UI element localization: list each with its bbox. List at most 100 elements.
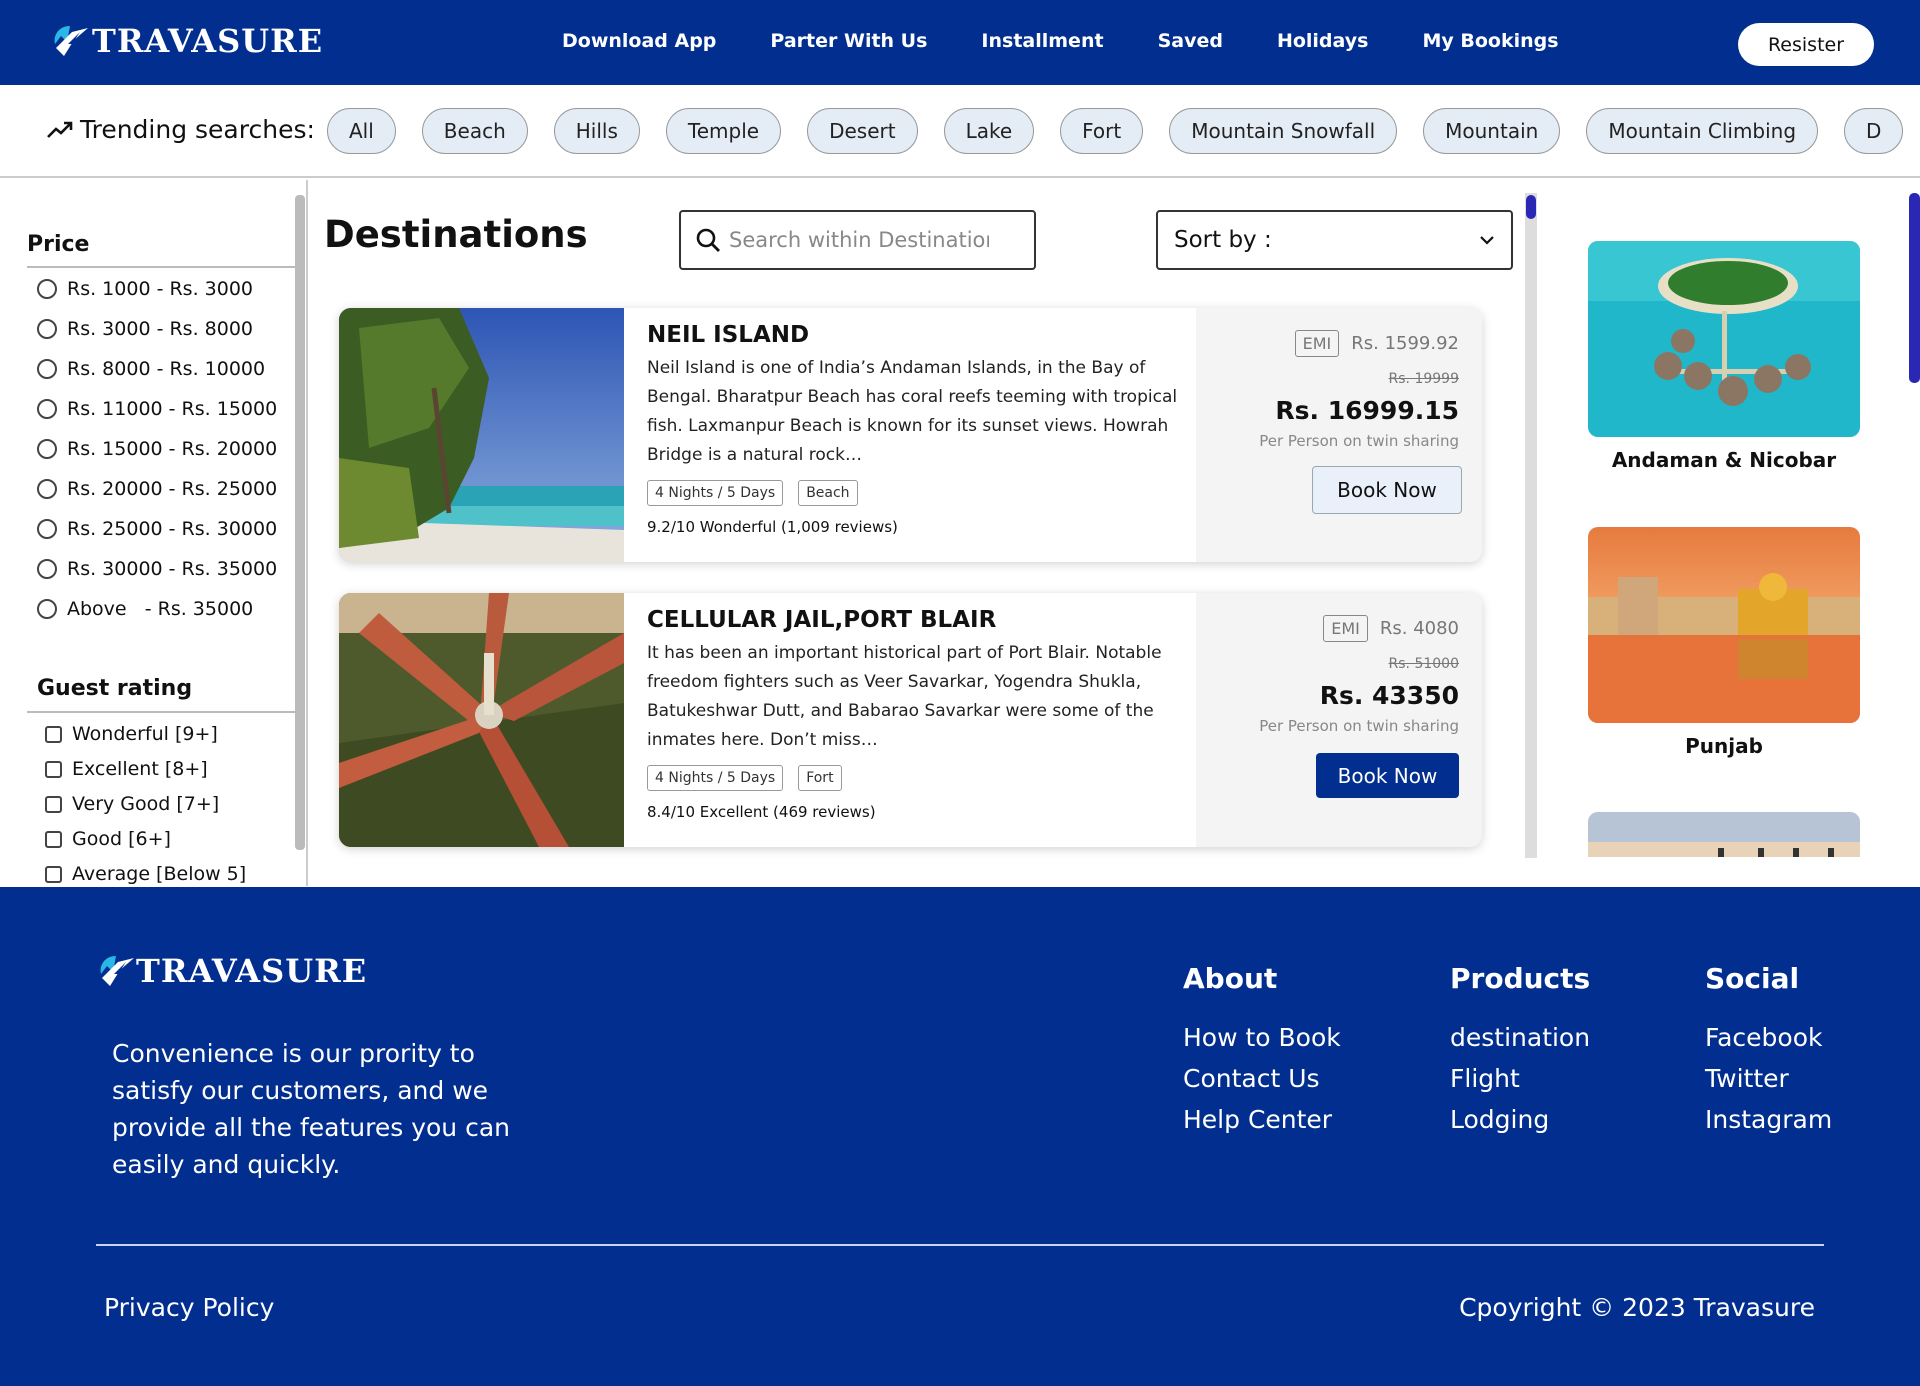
option-label: Good [6+] [72,828,171,850]
price-option[interactable]: Rs. 25000 - Rs. 30000 [37,518,277,540]
destination-image[interactable] [339,308,624,562]
destination-thumbnail[interactable] [1588,527,1860,723]
sort-label: Sort by : [1174,227,1272,253]
price-option[interactable]: Above - Rs. 35000 [37,598,253,620]
destination-card[interactable]: NEIL ISLAND Neil Island is one of India’… [339,308,1482,562]
page-scrollbar[interactable] [1909,193,1920,383]
rating-option[interactable]: Average [Below 5] [45,863,246,885]
emi-badge: EMI [1294,330,1340,357]
trending-label: Trending searches: [46,115,315,144]
category-tag: Beach [798,480,858,506]
footer-heading: About [1183,962,1278,995]
footer-link-contact[interactable]: Contact Us [1183,1064,1341,1093]
main-nav: Download App Parter With Us Installment … [562,30,1613,52]
price-note: Per Person on twin sharing [1259,432,1459,450]
destination-card[interactable]: CELLULAR JAIL,PORT BLAIR It has been an … [339,593,1482,847]
rating-option[interactable]: Good [6+] [45,828,171,850]
radio[interactable] [37,599,57,619]
chip-mountain-snowfall[interactable]: Mountain Snowfall [1169,108,1398,154]
checkbox[interactable] [45,760,62,778]
rating-option[interactable]: Very Good [7+] [45,793,219,815]
destination-thumbnail[interactable] [1588,812,1860,857]
option-label: Rs. 3000 - Rs. 8000 [67,318,254,340]
book-now-button[interactable]: Book Now [1312,466,1462,514]
original-price: Rs. 51000 [1388,656,1459,672]
footer-link-help[interactable]: Help Center [1183,1105,1341,1134]
price-option[interactable]: Rs. 30000 - Rs. 35000 [37,558,277,580]
search-input[interactable] [729,228,989,252]
rating-option[interactable]: Wonderful [9+] [45,723,218,745]
chip-mountain-climbing[interactable]: Mountain Climbing [1586,108,1819,154]
footer-link-instagram[interactable]: Instagram [1705,1105,1832,1134]
footer-logo[interactable]: TRAVASURE [96,952,367,990]
nav-holidays[interactable]: Holidays [1277,30,1369,52]
destination-name[interactable]: NEIL ISLAND [647,322,1187,348]
chip-lake[interactable]: Lake [943,108,1035,154]
popular-destinations-rail: Andaman & Nicobar Punjab [1588,241,1860,857]
destination-thumbnail[interactable] [1588,241,1860,437]
destination-image[interactable] [339,593,624,847]
privacy-policy-link[interactable]: Privacy Policy [104,1293,274,1322]
price-panel: EMI Rs. 4080 Rs. 51000 Rs. 43350 Per Per… [1196,593,1482,847]
chip-mountain[interactable]: Mountain [1423,108,1561,154]
radio[interactable] [37,319,57,339]
checkbox[interactable] [45,830,62,848]
radio[interactable] [37,519,57,539]
logo-icon [54,26,88,56]
nav-installment[interactable]: Installment [981,30,1103,52]
checkbox[interactable] [45,795,62,813]
footer-link-flight[interactable]: Flight [1450,1064,1590,1093]
chip-desert[interactable]: Desert [807,108,918,154]
price-panel: EMI Rs. 1599.92 Rs. 19999 Rs. 16999.15 P… [1196,308,1482,562]
radio[interactable] [37,399,57,419]
site-footer: TRAVASURE Convenience is our prority to … [0,887,1920,1386]
price-option[interactable]: Rs. 20000 - Rs. 25000 [37,478,277,500]
nav-partner[interactable]: Parter With Us [770,30,927,52]
footer-link-facebook[interactable]: Facebook [1705,1023,1832,1052]
option-label: Rs. 20000 - Rs. 25000 [67,478,278,500]
register-button[interactable]: Resister [1738,23,1874,66]
chip-all[interactable]: All [327,108,396,154]
radio[interactable] [37,559,57,579]
scrollbar-thumb[interactable] [1526,195,1536,219]
destination-caption[interactable]: Punjab [1588,734,1860,758]
main-scrollbar[interactable] [1525,193,1537,858]
original-price: Rs. 19999 [1388,371,1459,387]
destination-caption[interactable]: Andaman & Nicobar [1588,448,1860,472]
nav-saved[interactable]: Saved [1158,30,1223,52]
checkbox[interactable] [45,725,62,743]
radio[interactable] [37,359,57,379]
chip-temple[interactable]: Temple [665,108,782,154]
price-option[interactable]: Rs. 1000 - Rs. 3000 [37,278,253,300]
destination-name[interactable]: CELLULAR JAIL,PORT BLAIR [647,607,1187,633]
nav-my-bookings[interactable]: My Bookings [1422,30,1558,52]
footer-link-how-to-book[interactable]: How to Book [1183,1023,1341,1052]
destination-search[interactable] [679,210,1036,270]
top-navbar: TRAVASURE Download App Parter With Us In… [0,0,1920,85]
radio[interactable] [37,279,57,299]
sort-dropdown[interactable]: Sort by : [1156,210,1513,270]
chip-fort[interactable]: Fort [1060,108,1144,154]
chip-more[interactable]: D [1844,108,1904,154]
radio[interactable] [37,439,57,459]
radio[interactable] [37,479,57,499]
footer-link-lodging[interactable]: Lodging [1450,1105,1590,1134]
price-option[interactable]: Rs. 3000 - Rs. 8000 [37,318,253,340]
price-option[interactable]: Rs. 8000 - Rs. 10000 [37,358,265,380]
price-option[interactable]: Rs. 11000 - Rs. 15000 [37,398,277,420]
footer-link-destination[interactable]: destination [1450,1023,1590,1052]
price-option[interactable]: Rs. 15000 - Rs. 20000 [37,438,277,460]
brand-logo[interactable]: TRAVASURE [50,22,323,60]
emi-price: Rs. 1599.92 [1351,333,1459,354]
chip-beach[interactable]: Beach [421,108,528,154]
option-label: Rs. 30000 - Rs. 35000 [67,558,278,580]
checkbox[interactable] [45,865,62,883]
nav-download-app[interactable]: Download App [562,30,716,52]
sidebar-scrollbar[interactable] [295,195,305,850]
footer-heading: Social [1705,962,1800,995]
chip-hills[interactable]: Hills [553,108,640,154]
footer-link-twitter[interactable]: Twitter [1705,1064,1832,1093]
book-now-button[interactable]: Book Now [1316,753,1459,798]
trending-bar: Trending searches: All Beach Hills Templ… [0,85,1920,178]
rating-option[interactable]: Excellent [8+] [45,758,208,780]
